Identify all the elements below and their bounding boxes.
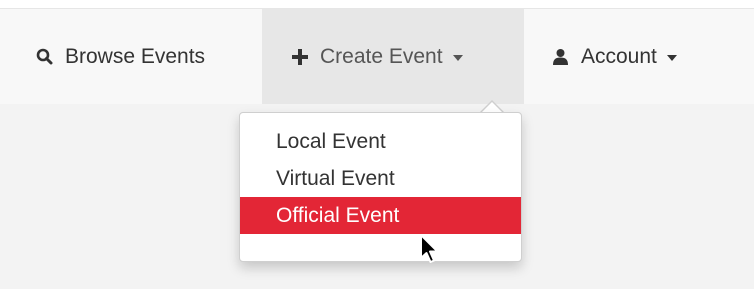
dropdown-item-official-event[interactable]: Official Event <box>240 197 521 234</box>
navbar: Browse Events Create Event Account <box>0 8 754 104</box>
search-icon <box>36 48 53 65</box>
nav-create-event-label: Create Event <box>320 44 443 68</box>
dropdown-item-virtual-event[interactable]: Virtual Event <box>240 160 521 197</box>
dropdown-item-local-event[interactable]: Local Event <box>240 123 521 160</box>
nav-account-label: Account <box>581 44 657 68</box>
nav-browse-events[interactable]: Browse Events <box>18 9 258 104</box>
plus-icon <box>292 48 308 65</box>
nav-browse-events-label: Browse Events <box>65 44 206 68</box>
nav-create-event[interactable]: Create Event <box>262 9 524 104</box>
user-icon <box>552 48 569 65</box>
page: Browse Events Create Event Account Local… <box>0 0 754 289</box>
create-event-dropdown: Local Event Virtual Event Official Event <box>239 112 522 262</box>
chevron-down-icon <box>452 54 463 61</box>
chevron-down-icon <box>666 54 677 61</box>
mouse-pointer-icon <box>419 233 443 270</box>
nav-account[interactable]: Account <box>532 9 732 104</box>
